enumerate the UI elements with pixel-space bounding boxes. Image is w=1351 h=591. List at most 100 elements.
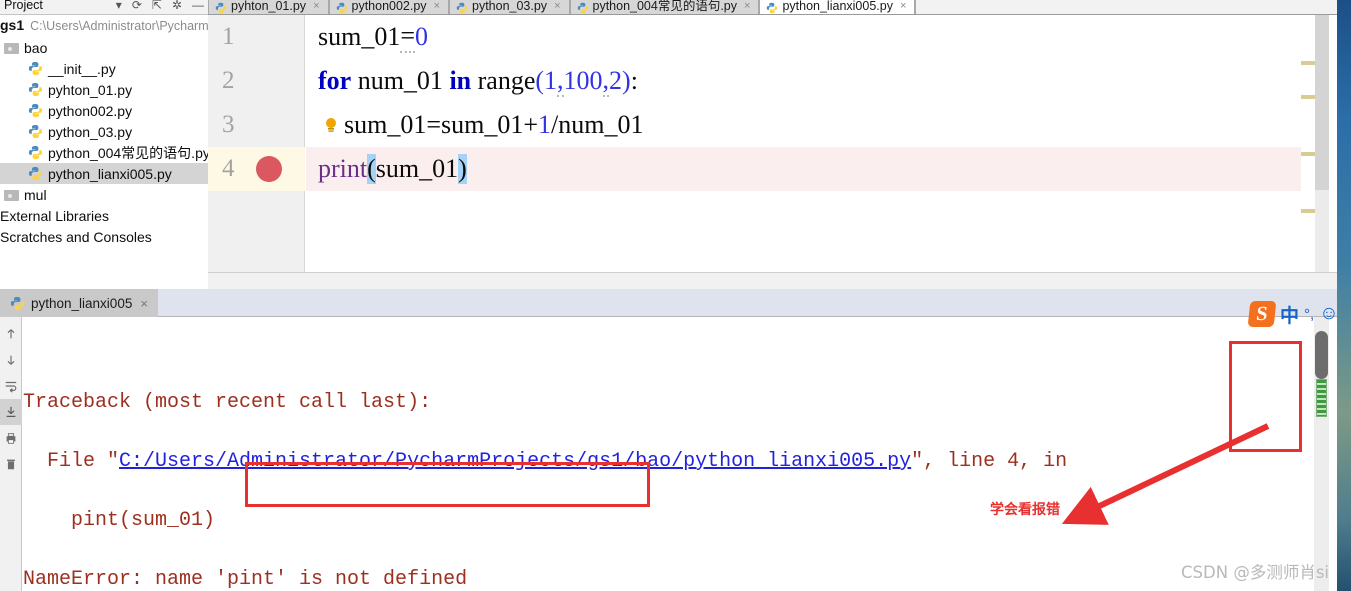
traceback-file-suffix: ", line 4, in: [911, 450, 1068, 473]
tree-item-label: python_lianxi005.py: [48, 165, 172, 182]
code-token-paren-open: (: [535, 66, 545, 95]
run-tool-window-header: [0, 289, 1337, 317]
csdn-watermark: CSDN @多测师肖si: [1181, 563, 1329, 582]
editor-tab-pyhton_01[interactable]: pyhton_01.py ×: [208, 0, 329, 14]
code-token-function-print: print: [318, 154, 368, 183]
tree-item-pyhton_01[interactable]: pyhton_01.py: [0, 79, 208, 100]
editor-tab-python_004[interactable]: python_004常见的语句.py ×: [569, 0, 760, 14]
scroll-to-end-icon[interactable]: [0, 399, 22, 425]
pycharm-window: pyhton_01.py × python002.py × python_03.…: [0, 0, 1337, 591]
close-icon[interactable]: ×: [744, 1, 750, 12]
tree-item-label: bao: [24, 39, 48, 56]
tree-item-bao[interactable]: bao: [0, 37, 208, 58]
tree-item-label: Scratches and Consoles: [0, 228, 152, 245]
window-controls-remnant: [1283, 0, 1323, 8]
tree-item-label: mul: [24, 186, 47, 203]
ime-punctuation-mode[interactable]: °,: [1304, 306, 1314, 323]
chevron-down-icon[interactable]: ▾: [116, 0, 122, 11]
annotation-chinese-note: 学会看报错: [990, 502, 1060, 518]
arrow-down-icon[interactable]: [0, 347, 22, 373]
editor-error-stripe[interactable]: [1301, 15, 1315, 272]
close-icon[interactable]: ×: [313, 1, 319, 12]
python-file-icon: [28, 103, 43, 118]
code-token-number: 1: [544, 66, 558, 95]
tree-item-python002[interactable]: python002.py: [0, 100, 208, 121]
code-editor[interactable]: 1 sum_01 = 0 2 for num_01 in range(1, 100, 2…: [208, 15, 1337, 272]
python-file-icon: [28, 145, 43, 160]
traceback-file-prefix: File ": [23, 450, 120, 473]
python-file-icon: [28, 124, 43, 139]
ime-language-mode[interactable]: 中: [1280, 301, 1299, 328]
desktop-background: [1337, 0, 1351, 591]
code-token-identifier: num_01: [351, 66, 450, 95]
code-row-2[interactable]: 2 for num_01 in range(1, 100, 2):: [208, 59, 1337, 103]
minimize-icon[interactable]: —: [192, 0, 204, 11]
code-row-1[interactable]: 1 sum_01 = 0: [208, 15, 1337, 59]
warning-marker-icon: [1301, 209, 1315, 213]
editor-console-divider: [0, 272, 1337, 289]
project-root-row[interactable]: gs1 C:\Users\Administrator\Pycharm: [0, 15, 208, 37]
run-tab-label: python_lianxi005: [31, 295, 133, 311]
collapse-all-icon[interactable]: ⇱: [152, 0, 162, 11]
editor-tab-label: python_03.py: [472, 0, 548, 13]
python-file-icon: [10, 296, 25, 311]
tab-bar-filler: [915, 0, 1337, 14]
code-token-keyword-in: in: [449, 66, 472, 95]
code-token-paren-close: ): [622, 66, 631, 95]
close-icon[interactable]: ×: [900, 1, 906, 12]
trash-icon[interactable]: [0, 451, 22, 477]
console-progress-marker: [1316, 379, 1327, 417]
python-file-icon: [766, 2, 778, 14]
sogou-logo-icon[interactable]: S: [1247, 301, 1277, 327]
project-panel-title: Project: [4, 0, 43, 12]
editor-vertical-scrollbar[interactable]: [1315, 15, 1329, 272]
ime-emoji-icon[interactable]: ☺: [1319, 303, 1338, 325]
python-file-icon: [28, 82, 43, 97]
tree-item-python_03[interactable]: python_03.py: [0, 121, 208, 142]
tree-item-init[interactable]: __init__.py: [0, 58, 208, 79]
editor-tab-python_lianxi005[interactable]: python_lianxi005.py ×: [759, 0, 916, 14]
tree-item-scratches-consoles[interactable]: Scratches and Consoles: [0, 226, 208, 247]
print-icon[interactable]: [0, 425, 22, 451]
python-file-icon: [456, 2, 468, 14]
tree-item-label: python_03.py: [48, 123, 133, 140]
sogou-ime-toolbar[interactable]: S 中 °, ☺: [1247, 300, 1351, 328]
code-token-colon: :: [630, 66, 638, 95]
warning-marker-icon: [1301, 95, 1315, 99]
warning-marker-icon: [1301, 61, 1315, 65]
code-token-assignment: sum_01=sum_01+: [318, 110, 539, 139]
project-root-path: C:\Users\Administrator\Pycharm: [30, 19, 208, 33]
python-file-icon: [336, 2, 348, 14]
arrow-up-icon[interactable]: [0, 321, 22, 347]
code-token-expression: /num_01: [551, 110, 644, 139]
sync-icon[interactable]: ⟳: [132, 0, 142, 11]
project-root-name: gs1: [0, 17, 25, 33]
code-row-4[interactable]: 4 print(sum_01): [208, 147, 1337, 191]
code-row-3[interactable]: 3 sum_01=sum_01+ 1/num_01: [208, 103, 1337, 147]
python-file-icon: [577, 2, 589, 14]
python-file-icon: [215, 2, 227, 14]
console-scrollbar-thumb[interactable]: [1315, 331, 1328, 379]
editor-tab-python_03[interactable]: python_03.py ×: [449, 0, 570, 14]
tree-item-python_004[interactable]: python_004常见的语句.py: [0, 142, 208, 163]
close-icon[interactable]: ×: [554, 1, 560, 12]
tree-item-label: __init__.py: [48, 60, 116, 77]
tree-item-mul[interactable]: mul: [0, 184, 208, 205]
project-toolbar: Project ▾ ⟳ ⇱ ✲ —: [0, 0, 208, 15]
gear-icon[interactable]: ✲: [172, 0, 182, 11]
editor-tab-python002[interactable]: python002.py ×: [328, 0, 449, 14]
soft-wrap-icon[interactable]: [0, 373, 22, 399]
console-vertical-scrollbar[interactable]: [1314, 317, 1329, 591]
tree-item-external-libraries[interactable]: External Libraries: [0, 205, 208, 226]
run-console-panel: python_lianxi005 × Traceback (most recen…: [0, 289, 1337, 591]
close-icon[interactable]: ×: [140, 296, 148, 311]
tree-item-python_lianxi005[interactable]: python_lianxi005.py: [0, 163, 208, 184]
run-tab-python_lianxi005[interactable]: python_lianxi005 ×: [0, 289, 158, 317]
tree-item-label: python_004常见的语句.py: [48, 144, 208, 161]
code-token-paren-close-selected: ): [458, 154, 467, 184]
editor-tab-label: pyhton_01.py: [231, 0, 307, 13]
editor-tab-label: python002.py: [351, 0, 427, 13]
code-token-function-range: range: [471, 66, 536, 95]
console-output[interactable]: Traceback (most recent call last): File …: [23, 317, 1307, 591]
close-icon[interactable]: ×: [434, 1, 440, 12]
